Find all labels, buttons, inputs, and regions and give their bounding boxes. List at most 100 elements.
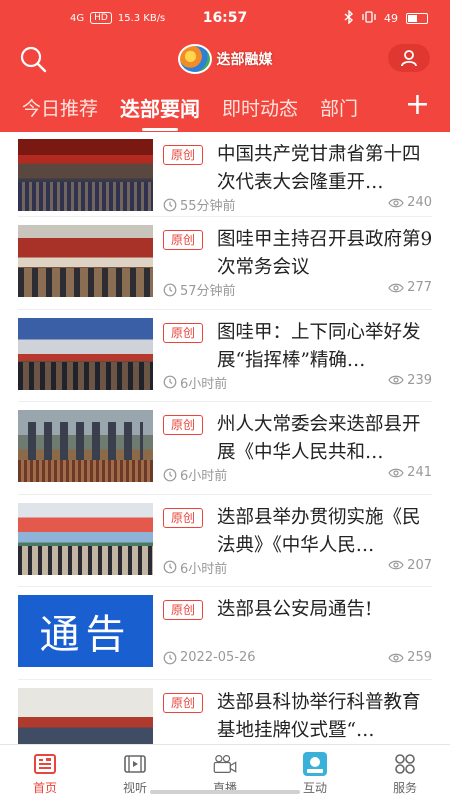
nav-home-label: 首页 bbox=[32, 781, 57, 795]
nav-home[interactable]: 首页 bbox=[0, 745, 90, 800]
news-thumbnail bbox=[18, 317, 153, 390]
news-time-text: 57分钟前 bbox=[180, 284, 236, 299]
news-item[interactable]: 原创 图哇甲：上下同心举好发展“指挥棒”精确… 6小时前 239 bbox=[18, 310, 432, 402]
news-title: 迭部县公安局通告! bbox=[217, 599, 373, 620]
eye-icon bbox=[388, 468, 404, 477]
tab-news[interactable]: 迭部要闻 bbox=[120, 93, 200, 131]
original-badge: 原创 bbox=[163, 322, 203, 343]
clock-icon bbox=[163, 651, 177, 664]
eye-icon bbox=[388, 198, 404, 207]
news-item[interactable]: 通告 原创 迭部县公安局通告! 2022-05-26 259 bbox=[18, 587, 432, 680]
news-views: 207 bbox=[388, 558, 432, 573]
home-indicator[interactable] bbox=[150, 790, 300, 794]
original-badge: 原创 bbox=[163, 692, 203, 713]
news-title: 图哇甲：上下同心举好发展“指挥棒”精确… bbox=[217, 321, 421, 371]
news-time: 6小时前 bbox=[163, 465, 227, 484]
news-item[interactable]: 原创 州人大常委会来迭部县开展《中华人民共和… 6小时前 241 bbox=[18, 402, 432, 495]
news-item[interactable]: 原创 图哇甲主持召开县政府第9次常务会议 57分钟前 277 bbox=[18, 217, 432, 310]
nav-service-label: 服务 bbox=[392, 781, 417, 795]
news-views-count: 241 bbox=[407, 465, 432, 480]
news-item[interactable]: 原创 迭部县举办贯彻实施《民法典》《中华人民… 6小时前 207 bbox=[18, 495, 432, 587]
news-thumbnail bbox=[18, 502, 153, 575]
camera-icon bbox=[212, 751, 238, 777]
bluetooth-icon bbox=[344, 8, 354, 27]
status-icons: 49 bbox=[344, 8, 428, 27]
network-speed: 15.3 KB/s bbox=[117, 12, 166, 24]
eye-icon bbox=[388, 375, 404, 385]
tab-departments[interactable]: 部门 bbox=[320, 94, 358, 121]
clock-icon bbox=[163, 468, 177, 481]
video-icon bbox=[122, 751, 148, 777]
original-badge: 原创 bbox=[163, 415, 203, 435]
eye-icon bbox=[388, 283, 404, 292]
logo-text: 迭部融媒 bbox=[216, 52, 273, 68]
user-button[interactable] bbox=[388, 44, 430, 72]
original-badge: 原创 bbox=[163, 507, 203, 528]
service-icon bbox=[392, 751, 418, 777]
news-icon bbox=[32, 751, 58, 777]
search-button[interactable] bbox=[18, 44, 48, 74]
news-title: 中国共产党甘肃省第十四次代表大会隆重开… bbox=[217, 144, 421, 193]
battery-icon bbox=[406, 12, 428, 24]
clock-icon bbox=[163, 560, 177, 574]
news-time-text: 6小时前 bbox=[180, 469, 228, 484]
news-title: 迭部县科协举行科普教育基地挂牌仪式暨“… bbox=[217, 691, 421, 741]
category-tabs: 今日推荐 迭部要闻 即时动态 部门 + bbox=[0, 82, 450, 132]
news-time: 2022-05-26 bbox=[163, 650, 256, 665]
app-logo: 迭部融媒 bbox=[177, 44, 273, 74]
news-thumbnail bbox=[18, 225, 153, 297]
news-thumbnail bbox=[18, 687, 153, 744]
tab-live-updates[interactable]: 即时动态 bbox=[222, 94, 298, 121]
news-title: 州人大常委会来迭部县开展《中华人民共和… bbox=[217, 414, 421, 463]
nav-service[interactable]: 服务 bbox=[360, 745, 450, 800]
news-views: 241 bbox=[388, 465, 432, 480]
notice-thumb-text: 通告 bbox=[39, 612, 132, 658]
news-views: 239 bbox=[388, 373, 432, 388]
logo-icon bbox=[177, 44, 212, 74]
tab-recommend[interactable]: 今日推荐 bbox=[22, 94, 98, 121]
nav-video-label: 视听 bbox=[122, 781, 147, 795]
news-thumbnail bbox=[18, 139, 153, 211]
nav-interact-label: 互动 bbox=[302, 781, 327, 795]
eye-icon bbox=[388, 560, 404, 570]
interact-icon bbox=[302, 751, 328, 777]
news-views: 240 bbox=[388, 195, 432, 210]
user-icon bbox=[401, 50, 417, 67]
news-views-count: 259 bbox=[407, 650, 432, 665]
clock-icon bbox=[163, 283, 177, 296]
news-item[interactable]: 原创 中国共产党甘肃省第十四次代表大会隆重开… 55分钟前 240 bbox=[18, 132, 432, 217]
vibrate-icon bbox=[362, 10, 376, 26]
news-views: 259 bbox=[388, 650, 432, 665]
status-network: 4G HD 15.3 KB/s bbox=[70, 12, 165, 24]
news-views-count: 239 bbox=[407, 372, 432, 388]
news-time: 55分钟前 bbox=[163, 195, 236, 214]
original-badge: 原创 bbox=[163, 145, 203, 165]
add-tab-button[interactable]: + bbox=[405, 90, 430, 120]
news-time-text: 6小时前 bbox=[180, 561, 228, 577]
hd-badge: HD bbox=[90, 12, 112, 24]
news-item[interactable]: 原创 迭部县科协举行科普教育基地挂牌仪式暨“… bbox=[18, 680, 432, 744]
battery-level: 49 bbox=[384, 11, 398, 25]
news-thumbnail: 通告 bbox=[18, 595, 153, 667]
news-views: 277 bbox=[388, 280, 432, 295]
news-list: 原创 中国共产党甘肃省第十四次代表大会隆重开… 55分钟前 240 原创 图哇甲… bbox=[0, 132, 450, 744]
clock-icon bbox=[163, 375, 177, 389]
search-icon bbox=[20, 46, 47, 73]
news-time: 6小时前 bbox=[163, 558, 227, 577]
clock-icon bbox=[163, 198, 177, 211]
news-time: 57分钟前 bbox=[163, 280, 236, 299]
network-type: 4G bbox=[70, 12, 85, 24]
news-time-text: 6小时前 bbox=[180, 376, 228, 392]
news-views-count: 207 bbox=[407, 557, 432, 573]
news-time-text: 55分钟前 bbox=[180, 199, 236, 214]
news-thumbnail bbox=[18, 410, 153, 482]
original-badge: 原创 bbox=[163, 230, 203, 250]
app-header: 迭部融媒 bbox=[0, 36, 450, 82]
top-header: 4G HD 15.3 KB/s 16:57 49 迭部融媒 今日推荐 迭部要闻 … bbox=[0, 0, 450, 132]
news-views-count: 277 bbox=[407, 280, 432, 295]
original-badge: 原创 bbox=[163, 600, 203, 620]
status-bar: 4G HD 15.3 KB/s 16:57 49 bbox=[0, 0, 450, 36]
news-views-count: 240 bbox=[407, 195, 432, 210]
eye-icon bbox=[388, 653, 404, 662]
news-time-text: 2022-05-26 bbox=[180, 650, 256, 665]
